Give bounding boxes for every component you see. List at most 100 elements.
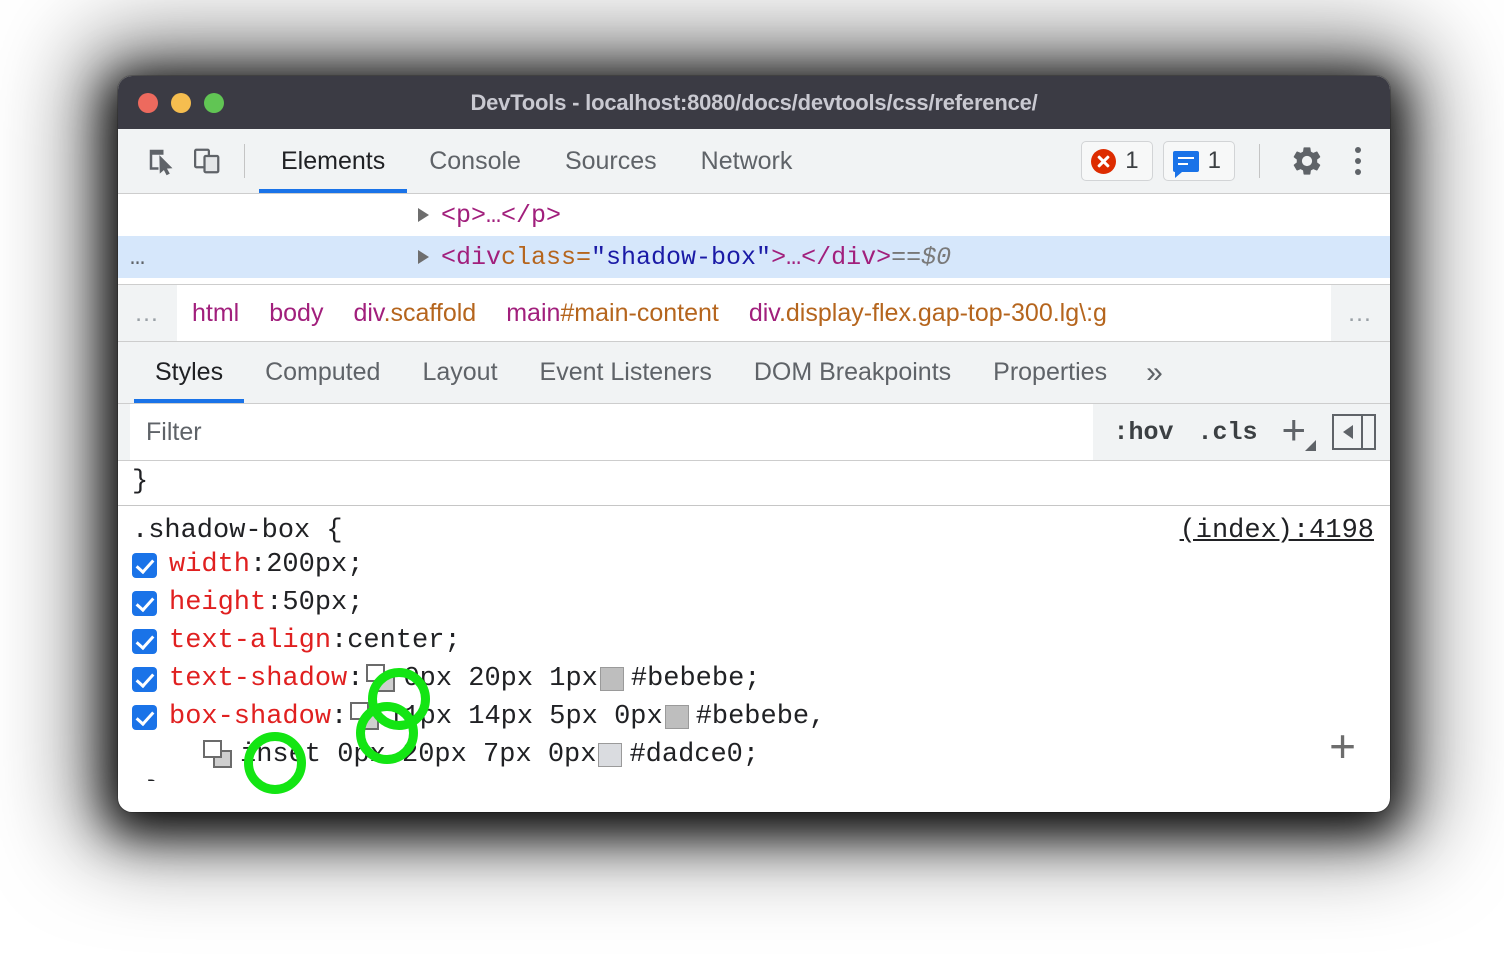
expand-caret-icon[interactable]	[418, 208, 429, 222]
tab-layout-label: Layout	[422, 358, 497, 387]
declaration-text-align-property[interactable]: text-align	[169, 626, 331, 656]
toggle-element-classes-button[interactable]: .cls	[1187, 418, 1267, 447]
dom-row-shadow-box[interactable]: … <div class= "shadow-box" >…</div> == $…	[118, 236, 1390, 278]
declaration-text-align[interactable]: text-align : center;	[132, 622, 1390, 660]
styles-rules-list: } .shadow-box { (index):4198 width : 200…	[118, 461, 1390, 781]
inset-shadow-color-swatch[interactable]	[598, 743, 622, 767]
close-window-button[interactable]	[138, 93, 158, 113]
error-icon	[1091, 149, 1116, 174]
kebab-menu-icon[interactable]	[1340, 138, 1376, 184]
declaration-box-shadow-color[interactable]: #bebebe,	[696, 702, 826, 732]
box-shadow-editor-icon[interactable]	[349, 702, 381, 732]
breadcrumb-item-div-display-flex-class: .display-flex.gap-top-300.lg\:g	[779, 299, 1107, 327]
declaration-box-shadow-inset[interactable]: inset 0px 20px 7px 0px #dadce0;	[132, 736, 1390, 774]
dom-row-overflow-ellipsis[interactable]: …	[130, 243, 147, 272]
tab-network[interactable]: Network	[679, 129, 815, 193]
declaration-text-align-separator: :	[331, 626, 347, 656]
style-rule-shadow-box: .shadow-box { (index):4198 width : 200px…	[118, 506, 1390, 781]
tab-dom-breakpoints-label: DOM Breakpoints	[754, 358, 951, 387]
message-count-badge[interactable]: 1	[1163, 141, 1235, 181]
declaration-text-shadow-color[interactable]: #bebebe;	[631, 664, 761, 694]
tab-dom-breakpoints[interactable]: DOM Breakpoints	[733, 342, 972, 403]
zoom-window-button[interactable]	[204, 93, 224, 113]
declaration-height[interactable]: height : 50px;	[132, 584, 1390, 622]
declaration-box-shadow-inset-color[interactable]: #dadce0;	[629, 740, 759, 770]
declaration-text-align-value[interactable]: center;	[347, 626, 460, 656]
declaration-width-checkbox[interactable]	[132, 553, 157, 578]
tab-layout[interactable]: Layout	[401, 342, 518, 403]
declaration-height-property[interactable]: height	[169, 588, 266, 618]
toolbar-divider-2	[1259, 144, 1260, 178]
breadcrumb-item-html[interactable]: html	[177, 299, 254, 328]
inspect-element-icon[interactable]	[138, 138, 184, 184]
styles-pane-tabs: Styles Computed Layout Event Listeners D…	[118, 342, 1390, 404]
tab-event-listeners[interactable]: Event Listeners	[519, 342, 733, 403]
tab-properties[interactable]: Properties	[972, 342, 1128, 403]
new-style-rule-button[interactable]: +	[1271, 415, 1322, 449]
tab-properties-label: Properties	[993, 358, 1107, 387]
expand-caret-icon[interactable]	[418, 250, 429, 264]
tab-sources[interactable]: Sources	[543, 129, 679, 193]
dom-tree[interactable]: <p>…</p> … <div class= "shadow-box" >…</…	[118, 194, 1390, 284]
breadcrumb-item-main-content[interactable]: main#main-content	[491, 299, 734, 328]
style-rule-selector[interactable]: .shadow-box {	[132, 516, 343, 546]
breadcrumb-item-div-scaffold[interactable]: div.scaffold	[338, 299, 491, 328]
devtools-main-toolbar: Elements Console Sources Network 1	[118, 129, 1390, 194]
tab-sources-label: Sources	[565, 147, 657, 176]
tab-styles[interactable]: Styles	[134, 342, 244, 403]
message-count: 1	[1208, 147, 1221, 175]
breadcrumb-item-main-content-id: #main-content	[560, 299, 718, 327]
dom-dollar-zero: $0	[921, 243, 951, 272]
style-rule-origin-link[interactable]: (index):4198	[1180, 516, 1374, 546]
text-shadow-editor-icon[interactable]	[365, 664, 397, 694]
declaration-width-property[interactable]: width	[169, 550, 250, 580]
tab-computed-label: Computed	[265, 358, 380, 387]
declaration-box-shadow-offsets[interactable]: 11px 14px 5px 0px	[387, 702, 662, 732]
dom-attr-value: "shadow-box"	[591, 243, 771, 272]
toolbar-divider	[244, 144, 245, 178]
text-shadow-color-swatch[interactable]	[600, 667, 624, 691]
dom-row-p[interactable]: <p>…</p>	[118, 194, 1390, 236]
dom-row-p-text: <p>…</p>	[441, 201, 561, 230]
declaration-height-checkbox[interactable]	[132, 591, 157, 616]
filter-input[interactable]	[130, 404, 1093, 460]
declaration-text-shadow-property[interactable]: text-shadow	[169, 664, 347, 694]
plus-icon: +	[1281, 406, 1306, 453]
declaration-text-align-checkbox[interactable]	[132, 629, 157, 654]
gear-icon[interactable]	[1284, 138, 1330, 184]
inset-shadow-editor-icon[interactable]	[202, 740, 234, 770]
pane-tabs-overflow-icon[interactable]: »	[1128, 342, 1181, 403]
breadcrumb-item-body-name: body	[269, 299, 323, 327]
declaration-box-shadow-inset-offsets[interactable]: inset 0px 20px 7px 0px	[240, 740, 596, 770]
breadcrumb-item-body[interactable]: body	[254, 299, 338, 328]
breadcrumb-overflow-right[interactable]: …	[1331, 285, 1390, 341]
computed-sidebar-toggle-icon[interactable]	[1332, 414, 1376, 450]
tab-console[interactable]: Console	[407, 129, 543, 193]
box-shadow-color-swatch[interactable]	[665, 705, 689, 729]
tab-elements-label: Elements	[281, 147, 385, 176]
declaration-text-shadow-offsets[interactable]: 0px 20px 1px	[403, 664, 597, 694]
minimize-window-button[interactable]	[171, 93, 191, 113]
breadcrumb-item-div-display-flex[interactable]: div.display-flex.gap-top-300.lg\:g	[734, 299, 1122, 328]
previous-rule-closing-brace: }	[118, 461, 1390, 506]
declaration-box-shadow-checkbox[interactable]	[132, 705, 157, 730]
declaration-box-shadow-separator: :	[331, 702, 347, 732]
declaration-text-shadow[interactable]: text-shadow : 0px 20px 1px #bebebe;	[132, 660, 1390, 698]
declaration-width-value[interactable]: 200px;	[266, 550, 363, 580]
error-count-badge[interactable]: 1	[1081, 141, 1152, 181]
device-toolbar-icon[interactable]	[184, 138, 230, 184]
breadcrumb-overflow-left[interactable]: …	[118, 285, 177, 341]
declaration-box-shadow-property[interactable]: box-shadow	[169, 702, 331, 732]
declaration-width[interactable]: width : 200px;	[132, 546, 1390, 584]
declaration-text-shadow-checkbox[interactable]	[132, 667, 157, 692]
style-rule-closing-brace: }	[132, 774, 1390, 781]
window-title: DevTools - localhost:8080/docs/devtools/…	[118, 90, 1390, 116]
tab-computed[interactable]: Computed	[244, 342, 401, 403]
chevron-down-icon	[1305, 440, 1316, 451]
tab-styles-label: Styles	[155, 358, 223, 387]
declaration-box-shadow[interactable]: box-shadow : 11px 14px 5px 0px #bebebe,	[132, 698, 1390, 736]
add-declaration-button[interactable]: +	[1329, 723, 1356, 769]
declaration-height-value[interactable]: 50px;	[282, 588, 363, 618]
tab-elements[interactable]: Elements	[259, 129, 407, 193]
toggle-hover-states-button[interactable]: :hov	[1103, 418, 1183, 447]
